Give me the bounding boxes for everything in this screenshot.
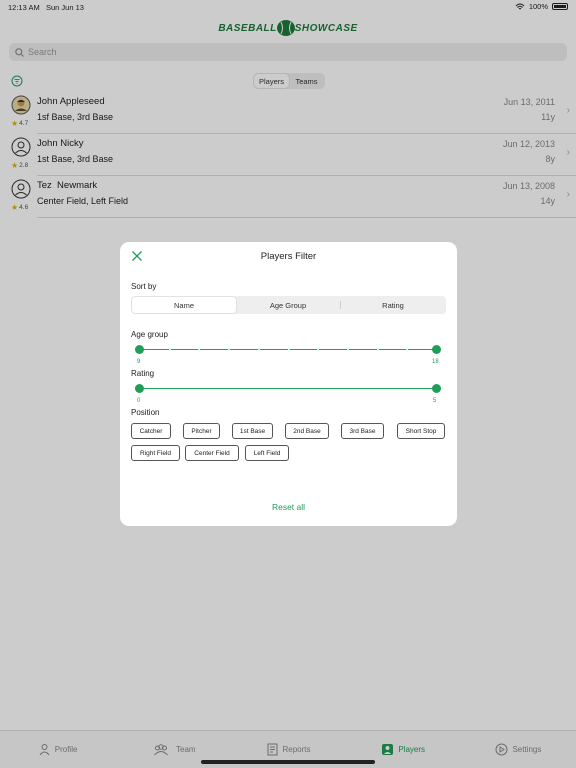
slider-tick [228,348,231,351]
slider-tick [257,348,260,351]
position-chip-1st-base[interactable]: 1st Base [232,423,273,439]
slider-tick [406,348,409,351]
rating-max-handle[interactable] [431,384,441,393]
position-chip-short-stop[interactable]: Short Stop [397,423,445,439]
age-min-value: 9 [137,359,141,365]
slider-track [139,388,436,389]
slider-tick [346,348,349,351]
position-chip-pitcher[interactable]: Pitcher [183,423,220,439]
slider-tick [287,348,290,351]
sort-by-label: Sort by [131,282,157,291]
age-group-label: Age group [131,330,168,339]
position-chip-left-field[interactable]: Left Field [245,445,289,461]
rating-min-value: 0 [137,398,141,404]
age-min-handle[interactable] [134,345,144,354]
position-chip-3rd-base[interactable]: 3rd Base [341,423,384,439]
sort-segment: Name Age Group Rating [131,296,446,314]
slider-tick [168,348,171,351]
rating-label: Rating [131,369,155,378]
age-max-handle[interactable] [431,345,441,354]
position-chip-right-field[interactable]: Right Field [131,445,180,461]
slider-tick [317,348,320,351]
sort-option-rating[interactable]: Rating [341,297,445,313]
home-indicator [201,760,375,764]
rating-min-handle[interactable] [134,384,144,393]
position-label: Position [131,408,160,417]
modal-title: Players Filter [260,251,317,262]
slider-tick [198,348,201,351]
rating-slider[interactable] [134,384,441,394]
age-group-slider[interactable] [134,345,441,355]
players-filter-modal: Players Filter Sort by Name Age Group Ra… [120,242,457,526]
sort-option-age-group[interactable]: Age Group [236,297,340,313]
rating-max-value: 5 [433,398,437,404]
position-chip-2nd-base[interactable]: 2nd Base [285,423,329,439]
slider-tick [376,348,379,351]
position-chip-center-field[interactable]: Center Field [185,445,239,461]
age-max-value: 18 [432,359,439,365]
sort-option-name[interactable]: Name [132,297,236,313]
reset-all-button[interactable]: Reset all [120,502,457,512]
position-chip-catcher[interactable]: Catcher [131,423,171,439]
